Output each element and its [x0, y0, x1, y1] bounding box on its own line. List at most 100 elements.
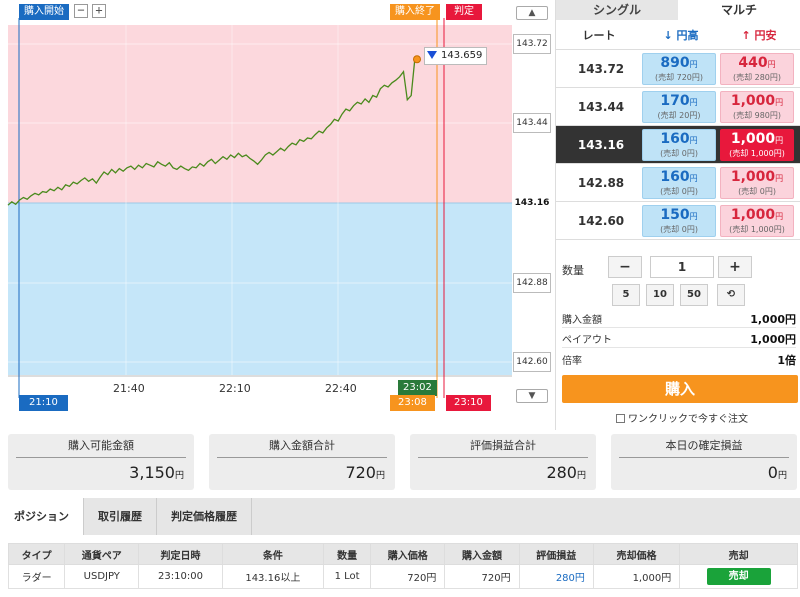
yen-low-sell-price: (売却 1,000円)	[729, 224, 785, 234]
rate-level-4: 142.88	[513, 273, 551, 293]
arrow-down-icon: ↓	[663, 28, 677, 42]
price-unit: 円	[689, 173, 698, 183]
yen-low-sell-price: (売却 980円)	[732, 110, 782, 120]
yen-high-price: 150円	[643, 207, 715, 224]
price-amount: 160	[660, 168, 690, 185]
quick-qty-50-button[interactable]: 50	[680, 284, 708, 306]
sell-button[interactable]: 売却	[706, 568, 771, 585]
tab-positions[interactable]: ポジション	[0, 498, 84, 535]
quantity-area: 数量 − 1 + 5 10 50 ⟲	[562, 256, 797, 308]
summary-available-funds: 購入可能金額 3,150円	[8, 434, 194, 490]
start-time-tag: 21:10	[19, 395, 68, 411]
tab-judge-price-history[interactable]: 判定価格履歴	[157, 498, 252, 535]
current-time-tag: 23:02	[398, 380, 437, 396]
yen-low-buy-button[interactable]: 1,000円 (売却 1,000円)	[720, 128, 794, 161]
quantity-minus-button[interactable]: −	[608, 256, 642, 278]
price-unit: 円	[775, 97, 784, 107]
yen-low-price: 1,000円	[721, 93, 793, 110]
yen-high-label: 円高	[676, 28, 699, 42]
purchase-amount-label: 購入金額	[562, 315, 602, 326]
price-unit: 円	[689, 59, 698, 69]
positions-table: タイプ 通貨ペア 判定日時 条件 数量 購入価格 購入金額 評価損益 売却価格 …	[7, 543, 798, 589]
yen-high-sell-price: (売却 720円)	[654, 72, 704, 82]
column-header: 評価損益	[518, 543, 594, 565]
summary-amount: 720	[345, 463, 376, 482]
tab-multi[interactable]: マルチ	[678, 0, 800, 20]
oneclick-label: ワンクリックで今すぐ注文	[628, 414, 748, 425]
quantity-input[interactable]: 1	[650, 256, 714, 278]
summary-unit: 円	[777, 471, 787, 481]
summary-value: 280円	[410, 458, 596, 491]
rate-value: 142.88	[577, 175, 625, 190]
yen-low-buy-button[interactable]: 1,000円 (売却 980円)	[720, 90, 794, 123]
buy-button[interactable]: 購入	[562, 375, 798, 403]
yen-high-buy-button[interactable]: 890円 (売却 720円)	[642, 52, 716, 85]
yen-high-buy-button[interactable]: 150円 (売却 0円)	[642, 204, 716, 237]
rate-level-2: 143.44	[513, 113, 551, 133]
rate-row: 143.44 170円 (売却 20円) 1,000円 (売却 980円)	[556, 88, 800, 126]
judge-time-tag: 23:10	[446, 395, 491, 411]
summary-value: 3,150円	[8, 458, 194, 491]
yen-low-price: 1,000円	[721, 131, 793, 148]
end-time-tag: 23:08	[390, 395, 435, 411]
yen-low-buy-button[interactable]: 1,000円 (売却 0円)	[720, 166, 794, 199]
summary-label: 評価損益合計	[418, 434, 588, 458]
cell-type: ラダー	[7, 564, 66, 589]
lower-zone	[8, 203, 512, 375]
x-tick: 21:40	[113, 382, 145, 395]
yen-high-buy-button[interactable]: 160円 (売却 0円)	[642, 128, 716, 161]
summary-unrealized-pl: 評価損益合計 280円	[410, 434, 596, 490]
cell-sell: 売却	[679, 564, 798, 589]
price-chart: 購入開始 − + 購入終了 判定 143.659 ▲ 143.72 143.44…	[0, 0, 555, 430]
scroll-down-button[interactable]: ▼	[516, 389, 548, 403]
rate-value: 143.16	[577, 137, 625, 152]
yen-low-buy-button[interactable]: 1,000円 (売却 1,000円)	[720, 204, 794, 237]
summary-purchase-total: 購入金額合計 720円	[209, 434, 395, 490]
summary-amount: 280	[546, 463, 577, 482]
quantity-plus-button[interactable]: +	[718, 256, 752, 278]
yen-low-sell-price: (売却 0円)	[738, 186, 776, 196]
current-price-label: 143.659	[424, 47, 488, 65]
summary-label: 本日の確定損益	[619, 434, 789, 458]
column-header: 売却価格	[592, 543, 681, 565]
price-unit: 円	[775, 135, 784, 145]
multiplier-label: 倍率	[562, 356, 582, 367]
yen-low-sell-price: (売却 1,000円)	[729, 148, 785, 158]
current-price-value: 143.659	[441, 50, 483, 61]
zoom-out-button[interactable]: −	[74, 4, 88, 18]
tab-single[interactable]: シングル	[556, 0, 678, 20]
yen-low-sell-price: (売却 280円)	[732, 72, 782, 82]
yen-high-buy-button[interactable]: 160円 (売却 0円)	[642, 166, 716, 199]
rate-row: 143.72 890円 (売却 720円) 440円 (売却 280円)	[556, 50, 800, 88]
cell-judge-time: 23:10:00	[138, 564, 223, 589]
yen-low-buy-button[interactable]: 440円 (売却 280円)	[720, 52, 794, 85]
purchase-amount-value: 1,000円	[750, 313, 796, 326]
summary-label: 購入金額合計	[217, 434, 387, 458]
oneclick-checkbox[interactable]	[616, 414, 625, 423]
zoom-in-button[interactable]: +	[92, 4, 106, 18]
rate-level-5: 142.60	[513, 352, 551, 372]
yen-high-price: 160円	[643, 131, 715, 148]
reset-icon[interactable]: ⟲	[717, 284, 745, 306]
quick-qty-10-button[interactable]: 10	[646, 284, 674, 306]
scroll-up-button[interactable]: ▲	[516, 6, 548, 20]
tab-trade-history[interactable]: 取引履歴	[84, 498, 157, 535]
summary-amount: 3,150	[129, 463, 175, 482]
quick-qty-5-button[interactable]: 5	[612, 284, 640, 306]
oneclick-option[interactable]: ワンクリックで今すぐ注文	[616, 410, 748, 425]
cell-unrealized-pl: 280円	[518, 564, 594, 589]
end-tag: 購入終了	[390, 4, 440, 20]
rate-level-current: 143.16	[513, 193, 551, 213]
multiplier-row: 倍率 1倍	[562, 349, 796, 369]
price-unit: 円	[775, 173, 784, 183]
payout-label: ペイアウト	[562, 335, 612, 346]
x-tick: 22:10	[219, 382, 251, 395]
rate-row: 142.88 160円 (売却 0円) 1,000円 (売却 0円)	[556, 164, 800, 202]
cell-condition: 143.16以上	[221, 564, 325, 589]
price-unit: 円	[775, 211, 784, 221]
column-header: 購入金額	[444, 543, 520, 565]
yen-high-buy-button[interactable]: 170円 (売却 20円)	[642, 90, 716, 123]
price-unit: 円	[689, 135, 698, 145]
x-tick: 22:40	[325, 382, 357, 395]
column-header: タイプ	[7, 543, 66, 565]
